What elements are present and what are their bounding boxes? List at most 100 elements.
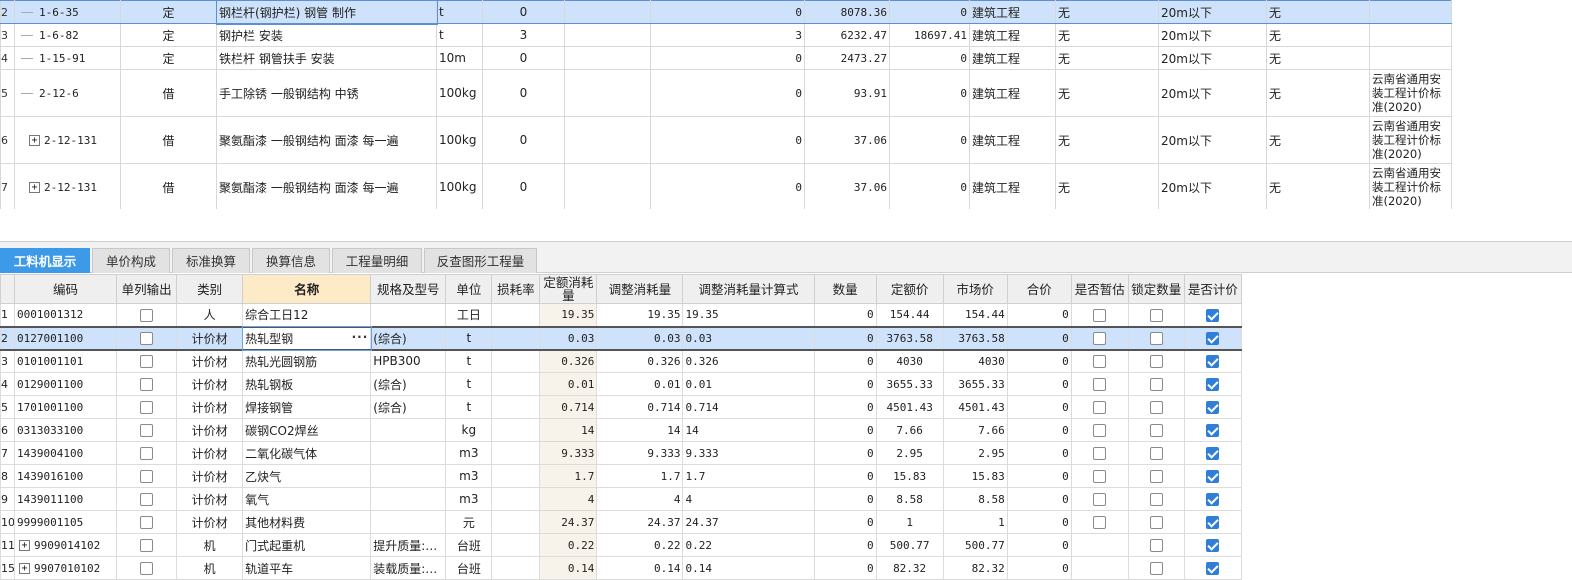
resource-total[interactable]: 0 [1006, 441, 1072, 465]
lock-quantity-checkbox[interactable] [1149, 539, 1163, 552]
resource-quota-price[interactable]: 154.44 [875, 303, 944, 327]
lock-quantity-checkbox[interactable] [1149, 470, 1163, 483]
priced-cell[interactable] [1183, 533, 1243, 557]
single-output-cell[interactable] [116, 372, 178, 396]
lock-quantity-checkbox[interactable] [1149, 378, 1163, 391]
resource-adjust-formula[interactable]: 0.22 [682, 533, 815, 557]
resource-quota-consumption[interactable]: 0.22 [539, 533, 598, 557]
resource-loss-rate[interactable] [491, 556, 541, 580]
quota-unit[interactable]: 100kg [436, 116, 483, 164]
single-output-cell[interactable] [116, 464, 178, 488]
resource-name[interactable]: 综合工日12 [242, 303, 372, 327]
resource-name[interactable]: 热轧光圆钢筋 [242, 349, 372, 373]
resource-unit[interactable]: t [445, 325, 493, 351]
priced-cell[interactable] [1183, 441, 1243, 465]
quota-qty[interactable]: 3 [482, 23, 565, 47]
column-header[interactable]: 定额消耗量 [539, 274, 598, 304]
resource-adjust-formula[interactable]: 0.01 [682, 372, 815, 396]
resource-row[interactable]: 1 0001001312 人综合工日12 工日 19.35 19.35 19.35 0 154.… [0, 303, 1243, 327]
quota-unit[interactable]: t [436, 0, 483, 24]
lock-quantity-cell[interactable] [1127, 556, 1185, 580]
quota-qty[interactable]: 0 [482, 46, 565, 70]
provisional-cell[interactable] [1070, 325, 1129, 351]
resource-spec[interactable]: (综合) [370, 395, 447, 419]
quota-price[interactable]: 2473.27 [804, 46, 890, 70]
resource-spec[interactable] [370, 441, 447, 465]
resource-quota-price[interactable]: 3655.33 [875, 372, 944, 396]
column-header[interactable]: 数量 [813, 274, 877, 304]
single-output-checkbox[interactable] [140, 424, 154, 437]
resource-row[interactable]: 4 0129001100 计价材 热轧钢板 (综合) t 0.01 0.01 0.01 0 3655… [0, 372, 1243, 396]
priced-checkbox[interactable] [1206, 447, 1220, 460]
quota-row[interactable]: 3 1-6-82 定钢护栏 安装 t 3 3 6232.47 18697.41 建筑工程无 20m… [0, 23, 1452, 47]
resource-total[interactable]: 0 [1006, 533, 1072, 557]
quota-height[interactable]: 20m以下 [1158, 69, 1267, 117]
provisional-checkbox[interactable] [1093, 378, 1107, 391]
resource-unit[interactable]: kg [445, 418, 493, 442]
resource-name[interactable]: 焊接钢管 [242, 395, 372, 419]
provisional-checkbox[interactable] [1093, 516, 1107, 529]
resource-quota-price[interactable]: 4030 [875, 349, 944, 373]
resource-quantity[interactable]: 0 [813, 349, 877, 373]
column-header[interactable]: 编码 [13, 274, 118, 304]
resource-quota-consumption[interactable]: 19.35 [539, 303, 598, 327]
expand-plus-icon[interactable]: + [19, 540, 30, 551]
resource-code-cell[interactable]: 0129001100 [13, 372, 118, 396]
resource-market-price[interactable]: 8.58 [942, 487, 1008, 511]
single-output-cell[interactable] [116, 441, 178, 465]
quota-col7[interactable]: 0 [650, 116, 805, 164]
single-output-checkbox[interactable] [140, 562, 154, 575]
quota-col13[interactable]: 无 [1266, 163, 1370, 211]
resource-total[interactable]: 0 [1006, 487, 1072, 511]
quota-total[interactable]: 0 [889, 46, 970, 70]
quota-col7[interactable]: 0 [650, 163, 805, 211]
single-output-checkbox[interactable] [140, 470, 154, 483]
resource-name[interactable]: 轨道平车 [242, 556, 372, 580]
quota-qty[interactable]: 0 [482, 116, 565, 164]
resource-spec[interactable]: (综合) [370, 325, 447, 351]
resource-quota-consumption[interactable]: 0.14 [539, 556, 598, 580]
quota-type[interactable]: 定 [120, 46, 217, 70]
provisional-cell[interactable] [1070, 372, 1129, 396]
resource-quota-price[interactable]: 2.95 [875, 441, 944, 465]
resource-adjusted-consumption[interactable]: 0.14 [596, 556, 684, 580]
quota-code-cell[interactable]: 1-6-82 [14, 23, 121, 47]
quota-unit[interactable]: 100kg [436, 69, 483, 117]
resource-category[interactable]: 计价材 [176, 349, 244, 373]
resource-quota-price[interactable]: 15.83 [875, 464, 944, 488]
splitter[interactable] [0, 209, 1572, 241]
quota-col6[interactable] [564, 163, 651, 211]
quota-type[interactable]: 借 [120, 163, 217, 211]
resource-adjusted-consumption[interactable]: 0.01 [596, 372, 684, 396]
resource-code-cell[interactable]: 1439016100 [13, 464, 118, 488]
resource-adjust-formula[interactable]: 14 [682, 418, 815, 442]
resource-adjust-formula[interactable]: 0.03 [682, 325, 815, 351]
resource-row[interactable]: 8 1439016100 计价材 乙炔气 m3 1.7 1.7 1.7 0 15.83 15.83 0 [0, 464, 1243, 488]
resource-loss-rate[interactable] [491, 418, 541, 442]
resource-adjust-formula[interactable]: 24.37 [682, 510, 815, 534]
quota-col6[interactable] [564, 46, 651, 70]
resource-unit[interactable]: t [445, 372, 493, 396]
quota-category[interactable]: 建筑工程 [969, 0, 1056, 24]
resource-code-cell[interactable]: 0313033100 [13, 418, 118, 442]
provisional-cell[interactable] [1070, 556, 1129, 580]
resource-category[interactable]: 计价材 [176, 464, 244, 488]
column-header[interactable]: 锁定数量 [1127, 274, 1185, 304]
resource-code-cell[interactable]: 0001001312 [13, 303, 118, 327]
resource-row[interactable]: 15 +9907010102 机轨道平车 装载质量:… 台班 0.14 0.14 0.14 0 8… [0, 556, 1243, 580]
resource-loss-rate[interactable] [491, 510, 541, 534]
priced-checkbox[interactable] [1206, 493, 1220, 506]
quota-price[interactable]: 37.06 [804, 116, 890, 164]
resource-adjusted-consumption[interactable]: 4 [596, 487, 684, 511]
resource-adjust-formula[interactable]: 0.14 [682, 556, 815, 580]
resource-quota-consumption[interactable]: 0.326 [539, 349, 598, 373]
resource-adjust-formula[interactable]: 9.333 [682, 441, 815, 465]
resource-code-cell[interactable]: 9999001105 [13, 510, 118, 534]
resource-adjust-formula[interactable]: 0.326 [682, 349, 815, 373]
provisional-cell[interactable] [1070, 487, 1129, 511]
resource-adjusted-consumption[interactable]: 0.03 [596, 325, 684, 351]
single-output-cell[interactable] [116, 510, 178, 534]
column-header[interactable]: 类别 [176, 274, 244, 304]
quota-name[interactable]: 聚氨酯漆 一般钢结构 面漆 每一遍 [216, 116, 437, 164]
resource-quota-consumption[interactable]: 4 [539, 487, 598, 511]
